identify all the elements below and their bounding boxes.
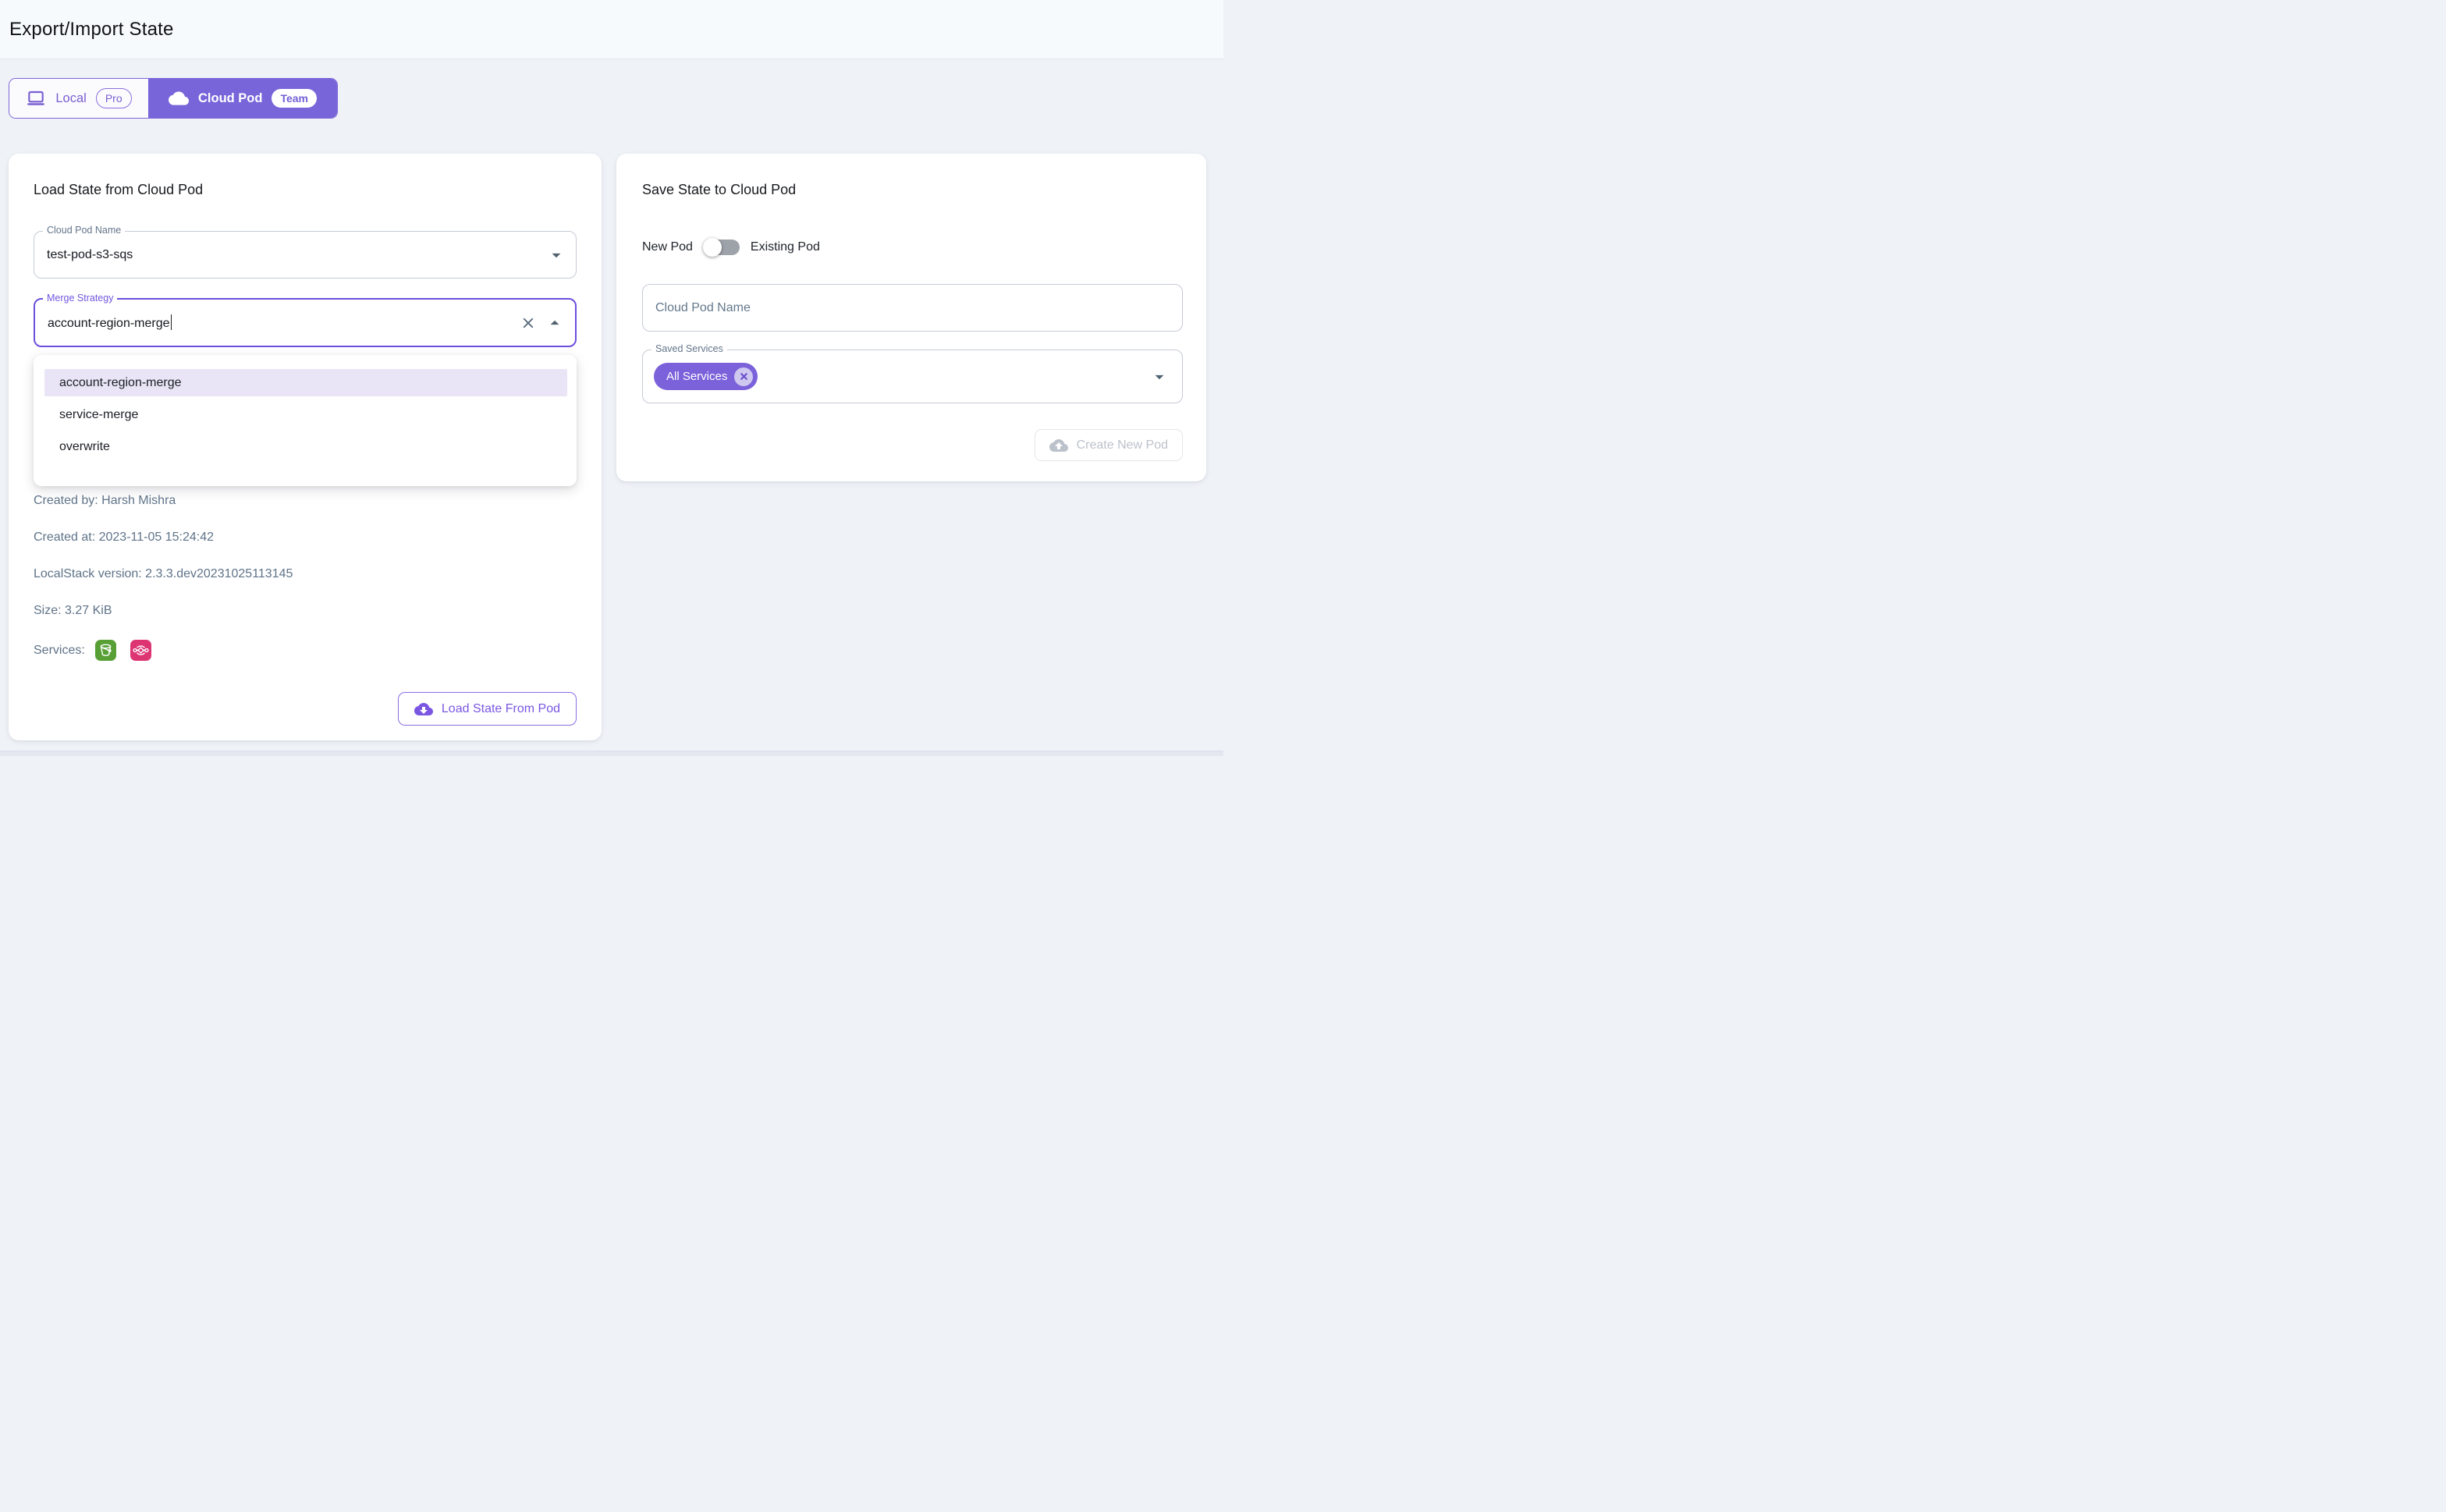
save-state-card: Save State to Cloud Pod New Pod Existing… xyxy=(616,154,1206,481)
main-content: Local Pro Cloud Pod Team Load State from… xyxy=(0,59,1223,740)
size-text: Size: 3.27 KiB xyxy=(34,603,577,619)
save-pod-name-input[interactable]: Cloud Pod Name xyxy=(642,284,1183,332)
clear-icon[interactable] xyxy=(520,314,537,332)
services-label: Services: xyxy=(34,644,85,658)
save-pod-name-placeholder: Cloud Pod Name xyxy=(643,301,751,315)
load-state-card: Load State from Cloud Pod Cloud Pod Name… xyxy=(9,154,602,740)
cloud-pod-name-select[interactable]: Cloud Pod Name test-pod-s3-sqs xyxy=(34,231,577,279)
state-mode-tabs: Local Pro Cloud Pod Team xyxy=(9,78,338,119)
switch-thumb xyxy=(703,238,722,257)
laptop-icon xyxy=(26,88,46,108)
page-header: Export/Import State xyxy=(0,0,1223,59)
merge-option-service-merge[interactable]: service-merge xyxy=(44,401,567,428)
text-cursor xyxy=(171,314,172,330)
merge-option-account-region-merge[interactable]: account-region-merge xyxy=(44,369,567,396)
merge-strategy-listbox: account-region-merge service-merge overw… xyxy=(34,355,577,486)
load-state-button-label: Load State From Pod xyxy=(442,702,560,716)
all-services-chip[interactable]: All Services xyxy=(654,363,758,390)
sqs-service-icon xyxy=(130,640,151,661)
create-new-pod-button[interactable]: Create New Pod xyxy=(1035,429,1183,461)
services-row: Services: xyxy=(34,640,577,661)
chevron-up-icon[interactable] xyxy=(545,313,565,333)
merge-strategy-label: Merge Strategy xyxy=(43,293,117,303)
saved-services-chevron-down-icon[interactable] xyxy=(1149,367,1170,387)
create-new-pod-button-label: Create New Pod xyxy=(1077,438,1168,453)
page-title: Export/Import State xyxy=(9,19,174,41)
pod-mode-switch[interactable] xyxy=(703,238,740,257)
created-at-text: Created at: 2023-11-05 15:24:42 xyxy=(34,530,577,545)
existing-pod-label: Existing Pod xyxy=(751,240,820,254)
tab-local-label: Local xyxy=(55,91,86,106)
save-card-title: Save State to Cloud Pod xyxy=(642,180,1183,199)
s3-service-icon xyxy=(95,640,116,661)
new-pod-label: New Pod xyxy=(642,240,693,254)
merge-option-overwrite[interactable]: overwrite xyxy=(44,433,567,460)
saved-services-label: Saved Services xyxy=(651,343,727,354)
cloud-icon xyxy=(169,88,189,108)
created-by-text: Created by: Harsh Mishra xyxy=(34,493,577,509)
tab-cloud-pod[interactable]: Cloud Pod Team xyxy=(148,79,337,118)
chevron-down-icon[interactable] xyxy=(546,245,566,265)
merge-strategy-combobox[interactable]: Merge Strategy account-region-merge xyxy=(34,298,577,347)
horizontal-scrollbar[interactable] xyxy=(0,751,1223,756)
pro-badge: Pro xyxy=(96,88,132,108)
pod-mode-toggle-row: New Pod Existing Pod xyxy=(642,232,1183,263)
team-badge: Team xyxy=(272,89,317,108)
load-card-title: Load State from Cloud Pod xyxy=(34,180,577,199)
load-state-button[interactable]: Load State From Pod xyxy=(398,692,577,726)
all-services-chip-label: All Services xyxy=(666,370,727,383)
saved-services-select[interactable]: Saved Services All Services xyxy=(642,350,1183,403)
cloud-pod-name-label: Cloud Pod Name xyxy=(43,225,125,236)
tab-cloud-pod-label: Cloud Pod xyxy=(198,91,262,106)
localstack-version-text: LocalStack version: 2.3.3.dev20231025113… xyxy=(34,566,577,582)
cloud-pod-name-value: test-pod-s3-sqs xyxy=(34,248,133,262)
chip-delete-icon[interactable] xyxy=(734,367,753,386)
tab-local[interactable]: Local Pro xyxy=(9,79,148,118)
cloud-upload-icon xyxy=(1049,436,1068,455)
merge-strategy-value: account-region-merge xyxy=(35,314,172,331)
cloud-download-icon xyxy=(414,700,433,719)
